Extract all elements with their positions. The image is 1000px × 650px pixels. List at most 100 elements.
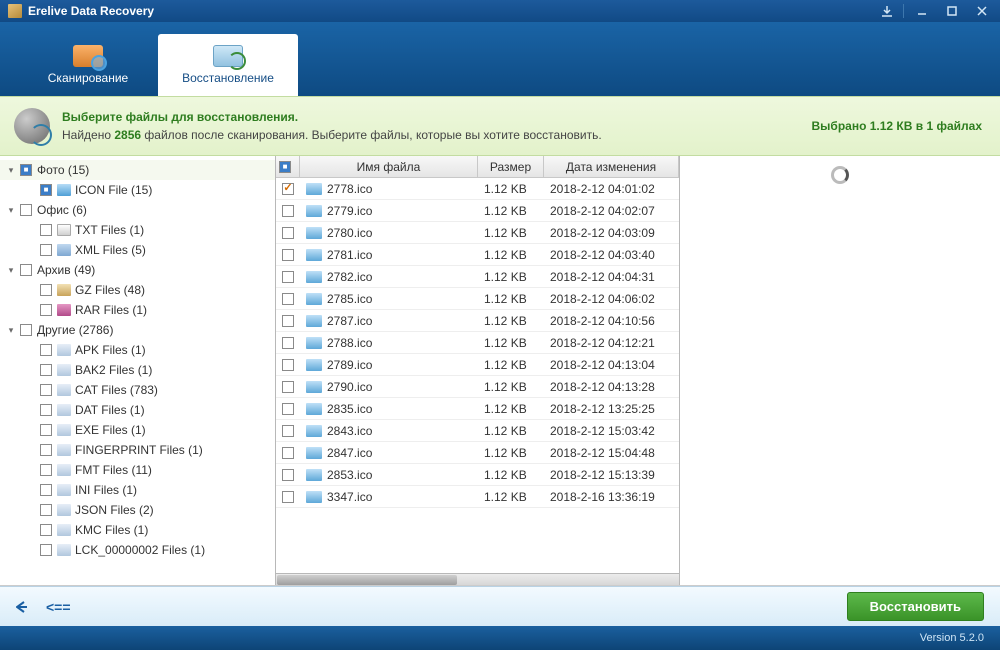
file-row[interactable]: 2782.ico1.12 KB2018-2-12 04:04:31 (276, 266, 679, 288)
tree-checkbox[interactable] (40, 384, 52, 396)
download-button[interactable] (873, 2, 901, 20)
file-checkbox[interactable] (282, 381, 294, 393)
tree-checkbox[interactable] (40, 524, 52, 536)
file-row[interactable]: 2835.ico1.12 KB2018-2-12 13:25:25 (276, 398, 679, 420)
maximize-button[interactable] (938, 2, 966, 20)
file-row[interactable]: 2853.ico1.12 KB2018-2-12 15:13:39 (276, 464, 679, 486)
file-checkbox[interactable] (282, 271, 294, 283)
file-checkbox[interactable] (282, 447, 294, 459)
tab-recover[interactable]: Восстановление (158, 34, 298, 96)
tree-node[interactable]: KMC Files (1) (0, 520, 275, 540)
tree-checkbox[interactable] (40, 364, 52, 376)
file-checkbox[interactable] (282, 425, 294, 437)
tree-checkbox[interactable] (40, 504, 52, 516)
tree-checkbox[interactable] (20, 204, 32, 216)
back-button[interactable]: <== (16, 599, 71, 615)
tree-checkbox[interactable] (40, 344, 52, 356)
header-mdate[interactable]: Дата изменения (544, 156, 679, 177)
tree-checkbox[interactable] (40, 444, 52, 456)
close-button[interactable] (968, 2, 996, 20)
file-checkbox[interactable] (282, 183, 294, 195)
file-row[interactable]: 2843.ico1.12 KB2018-2-12 15:03:42 (276, 420, 679, 442)
tree-node[interactable]: APK Files (1) (0, 340, 275, 360)
select-all-checkbox[interactable] (279, 161, 291, 173)
tree-checkbox[interactable] (20, 264, 32, 276)
file-row[interactable]: 2778.ico1.12 KB2018-2-12 04:01:02 (276, 178, 679, 200)
file-mdate: 2018-2-16 13:36:19 (544, 490, 679, 504)
tree-node[interactable]: ▾Архив (49) (0, 260, 275, 280)
file-size: 1.12 KB (478, 380, 544, 394)
horizontal-scrollbar[interactable] (276, 573, 679, 585)
tree-node[interactable]: EXE Files (1) (0, 420, 275, 440)
filetype-icon (57, 384, 71, 396)
tree-node[interactable]: FINGERPRINT Files (1) (0, 440, 275, 460)
tab-scan-label: Сканирование (48, 71, 128, 85)
tree-checkbox[interactable] (20, 164, 32, 176)
tree-node[interactable]: LCK_00000002 Files (1) (0, 540, 275, 560)
tree-checkbox[interactable] (40, 404, 52, 416)
tree-node[interactable]: ▾Офис (6) (0, 200, 275, 220)
tree-checkbox[interactable] (40, 184, 52, 196)
minimize-button[interactable] (908, 2, 936, 20)
tree-node[interactable]: JSON Files (2) (0, 500, 275, 520)
tree-node[interactable]: RAR Files (1) (0, 300, 275, 320)
header-size[interactable]: Размер (478, 156, 544, 177)
tree-node[interactable]: CAT Files (783) (0, 380, 275, 400)
file-row[interactable]: 2785.ico1.12 KB2018-2-12 04:06:02 (276, 288, 679, 310)
expand-toggle-icon[interactable]: ▾ (6, 325, 16, 335)
version-label: Version 5.2.0 (920, 632, 984, 644)
file-checkbox[interactable] (282, 227, 294, 239)
tree-checkbox[interactable] (40, 464, 52, 476)
tree-node[interactable]: INI Files (1) (0, 480, 275, 500)
file-checkbox[interactable] (282, 491, 294, 503)
tree-checkbox[interactable] (40, 424, 52, 436)
file-row[interactable]: 3347.ico1.12 KB2018-2-16 13:36:19 (276, 486, 679, 508)
tree-node[interactable]: ▾Фото (15) (0, 160, 275, 180)
tree-checkbox[interactable] (40, 484, 52, 496)
file-row[interactable]: 2790.ico1.12 KB2018-2-12 04:13:28 (276, 376, 679, 398)
expand-toggle-icon[interactable]: ▾ (6, 205, 16, 215)
file-row[interactable]: 2847.ico1.12 KB2018-2-12 15:04:48 (276, 442, 679, 464)
file-row[interactable]: 2781.ico1.12 KB2018-2-12 04:03:40 (276, 244, 679, 266)
file-row[interactable]: 2779.ico1.12 KB2018-2-12 04:02:07 (276, 200, 679, 222)
tree-node[interactable]: GZ Files (48) (0, 280, 275, 300)
expand-toggle-icon[interactable]: ▾ (6, 265, 16, 275)
header-checkbox-col[interactable] (276, 156, 300, 177)
file-list-pane: Имя файла Размер Дата изменения 2778.ico… (276, 156, 680, 585)
file-row[interactable]: 2787.ico1.12 KB2018-2-12 04:10:56 (276, 310, 679, 332)
tree-checkbox[interactable] (40, 284, 52, 296)
tree-node[interactable]: BAK2 Files (1) (0, 360, 275, 380)
tree-checkbox[interactable] (40, 304, 52, 316)
header-name[interactable]: Имя файла (300, 156, 478, 177)
file-row[interactable]: 2789.ico1.12 KB2018-2-12 04:13:04 (276, 354, 679, 376)
file-checkbox[interactable] (282, 337, 294, 349)
tree-node[interactable]: DAT Files (1) (0, 400, 275, 420)
file-area: Имя файла Размер Дата изменения 2778.ico… (276, 156, 1000, 585)
file-checkbox[interactable] (282, 469, 294, 481)
tree-checkbox[interactable] (40, 244, 52, 256)
file-row[interactable]: 2780.ico1.12 KB2018-2-12 04:03:09 (276, 222, 679, 244)
file-name: 2785.ico (327, 292, 372, 306)
scrollbar-thumb[interactable] (277, 575, 457, 585)
back-label: <== (46, 599, 71, 615)
tree-node[interactable]: ▾Другие (2786) (0, 320, 275, 340)
file-checkbox[interactable] (282, 293, 294, 305)
expand-toggle-icon[interactable]: ▾ (6, 165, 16, 175)
file-icon (306, 337, 322, 349)
file-checkbox[interactable] (282, 249, 294, 261)
file-checkbox[interactable] (282, 205, 294, 217)
tree-node[interactable]: FMT Files (11) (0, 460, 275, 480)
tree-node[interactable]: ICON File (15) (0, 180, 275, 200)
tree-checkbox[interactable] (20, 324, 32, 336)
tree-node[interactable]: XML Files (5) (0, 240, 275, 260)
tree-checkbox[interactable] (40, 544, 52, 556)
file-checkbox[interactable] (282, 359, 294, 371)
file-icon (306, 447, 322, 459)
file-checkbox[interactable] (282, 315, 294, 327)
recover-button[interactable]: Восстановить (847, 592, 984, 621)
tree-node[interactable]: TXT Files (1) (0, 220, 275, 240)
tree-checkbox[interactable] (40, 224, 52, 236)
file-row[interactable]: 2788.ico1.12 KB2018-2-12 04:12:21 (276, 332, 679, 354)
tab-scan[interactable]: Сканирование (18, 34, 158, 96)
file-checkbox[interactable] (282, 403, 294, 415)
